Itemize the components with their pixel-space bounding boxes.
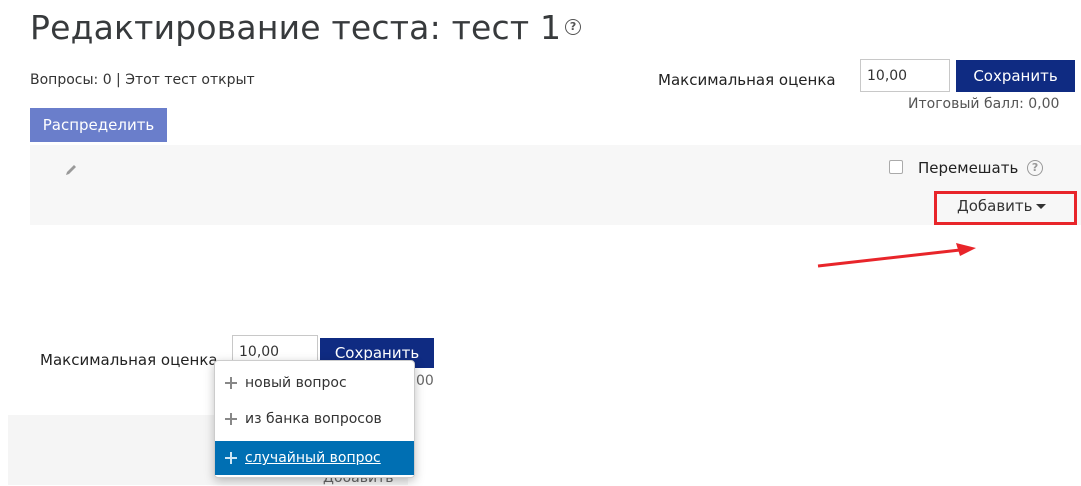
annotation-arrow-icon	[817, 243, 976, 268]
max-grade-input[interactable]	[860, 59, 950, 92]
page-title-text: Редактирование теста: тест 1	[30, 8, 562, 47]
repaginate-button[interactable]: Распределить	[30, 108, 167, 142]
add-dropdown-menu: новый вопрос из банка вопросов случайный…	[214, 360, 415, 478]
edit-pencil-icon[interactable]	[63, 162, 79, 178]
menu-item-label: новый вопрос	[245, 375, 347, 391]
total-marks: Итоговый балл: 0,00	[908, 96, 1060, 112]
shuffle-label: Перемешать ?	[918, 159, 1044, 177]
menu-item-label: из банка вопросов	[245, 411, 382, 427]
menu-item-label: случайный вопрос	[245, 450, 381, 466]
lower-total-fragment: 00	[416, 373, 434, 389]
menu-item-random-question[interactable]: случайный вопрос	[215, 441, 414, 475]
lower-max-grade-label: Максимальная оценка	[40, 351, 218, 369]
shuffle-checkbox[interactable]	[889, 160, 903, 174]
help-icon[interactable]: ?	[565, 18, 582, 35]
plus-icon	[225, 413, 237, 425]
menu-item-new-question[interactable]: новый вопрос	[215, 366, 414, 400]
max-grade-label: Максимальная оценка	[658, 71, 836, 89]
annotation-highlight-box	[934, 191, 1077, 225]
page-title: Редактирование теста: тест 1?	[30, 8, 582, 47]
menu-item-from-bank[interactable]: из банка вопросов	[215, 402, 414, 436]
shuffle-help-icon[interactable]: ?	[1027, 159, 1044, 176]
quiz-status: Вопросы: 0 | Этот тест открыт	[30, 72, 255, 88]
plus-icon	[225, 452, 237, 464]
plus-icon	[225, 377, 237, 389]
section-header	[30, 145, 1081, 225]
shuffle-label-text: Перемешать	[918, 159, 1019, 177]
save-button[interactable]: Сохранить	[956, 60, 1075, 92]
